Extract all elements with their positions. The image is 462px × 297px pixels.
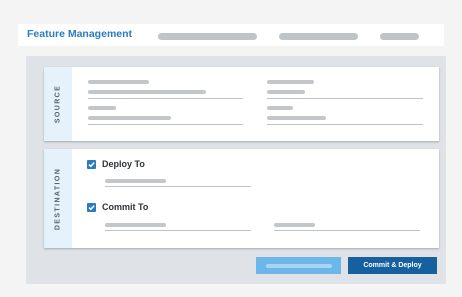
secondary-button[interactable] (256, 257, 341, 274)
deploy-to-underline[interactable] (105, 186, 251, 187)
source-field-label-placeholder (88, 106, 116, 110)
commit-deploy-button[interactable]: Commit & Deploy (348, 257, 437, 274)
destination-label: DESTINATION (54, 167, 62, 230)
deploy-to-checkbox[interactable] (87, 160, 96, 169)
source-field-label-placeholder (267, 80, 314, 84)
checkmark-icon (88, 205, 95, 211)
source-field-underline[interactable] (267, 124, 423, 125)
source-field-value-placeholder (88, 90, 206, 94)
commit-to-underline[interactable] (105, 230, 251, 231)
commit-to-extra-underline[interactable] (274, 230, 420, 231)
source-field-underline[interactable] (88, 98, 243, 99)
page-title: Feature Management (27, 28, 133, 40)
commit-to-label[interactable]: Commit To (102, 202, 148, 212)
nav-placeholder-3[interactable] (380, 33, 419, 40)
checkmark-icon (88, 162, 95, 168)
source-field-underline[interactable] (88, 124, 243, 125)
source-side-tab: SOURCE (44, 67, 72, 141)
deploy-to-label[interactable]: Deploy To (102, 159, 145, 169)
deploy-to-value-placeholder (105, 179, 166, 183)
source-panel: SOURCE (44, 67, 439, 141)
commit-to-value-placeholder (105, 223, 166, 227)
commit-to-checkbox[interactable] (87, 203, 96, 212)
secondary-button-label-placeholder (266, 264, 332, 268)
nav-placeholder-2[interactable] (279, 33, 358, 40)
source-field-label-placeholder (267, 106, 293, 110)
source-field-value-placeholder (88, 116, 171, 120)
nav-placeholder-1[interactable] (158, 33, 257, 40)
source-field-value-placeholder (267, 116, 326, 120)
source-field-underline[interactable] (267, 98, 423, 99)
source-field-label-placeholder (88, 80, 149, 84)
header-bar: Feature Management (18, 24, 444, 46)
destination-side-tab: DESTINATION (44, 149, 72, 248)
source-label: SOURCE (54, 84, 62, 124)
destination-panel: DESTINATION Deploy To Commit To (44, 149, 439, 248)
source-field-value-placeholder (267, 90, 305, 94)
commit-to-extra-placeholder (274, 223, 315, 227)
